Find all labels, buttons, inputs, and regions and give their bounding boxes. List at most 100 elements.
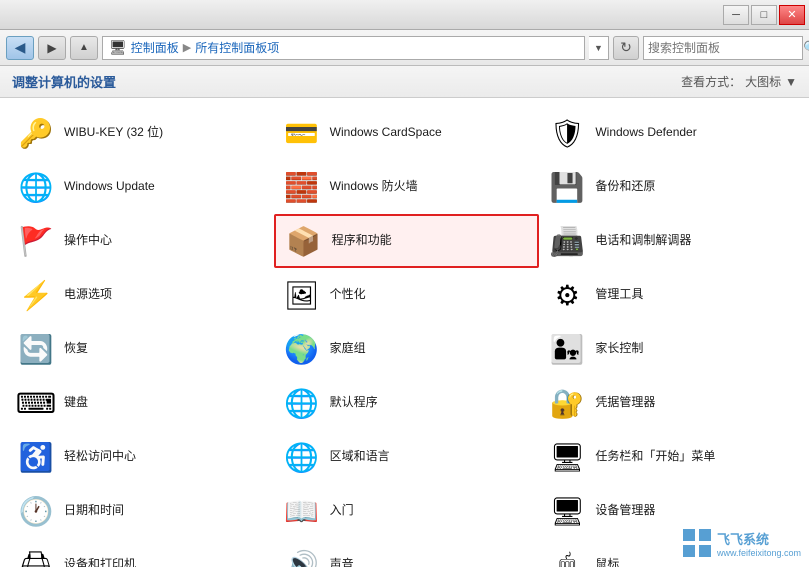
breadcrumb-dropdown-button[interactable]: ▼ [589, 36, 609, 60]
view-mode-selector[interactable]: 查看方式： 大图标 ▼ [681, 73, 797, 90]
up-button[interactable]: ▲ [70, 36, 98, 60]
breadcrumb-item-all[interactable]: 所有控制面板项 [195, 39, 279, 56]
toolbar: 调整计算机的设置 查看方式： 大图标 ▼ [0, 66, 809, 98]
programs-features-label: 程序和功能 [332, 233, 392, 249]
watermark: 飞飞系统 www.feifeixitong.com [681, 527, 801, 559]
grid-item-ease-access[interactable]: ♿ 轻松访问中心 [8, 430, 274, 484]
view-dropdown-icon: ▼ [785, 75, 797, 89]
grid-item-devices-printers[interactable]: 🖨 设备和打印机 [8, 538, 274, 567]
back-button[interactable]: ◀ [6, 36, 34, 60]
grid-item-default-programs[interactable]: 🌐默认程序 [274, 376, 540, 430]
forward-button[interactable]: ▶ [38, 36, 66, 60]
personalization-icon: 🖼 [282, 275, 322, 315]
personalization-label: 个性化 [330, 287, 366, 303]
search-input[interactable] [648, 41, 803, 55]
credential-mgr-label: 凭据管理器 [595, 395, 655, 411]
homegroup-label: 家庭组 [330, 341, 366, 357]
mouse-icon: 🖱 [547, 545, 587, 567]
date-time-icon: 🕐 [16, 491, 56, 531]
grid-item-manage-tools[interactable]: ⚙管理工具 [539, 268, 805, 322]
windows-update-label: Windows Update [64, 179, 155, 195]
grid-item-recovery[interactable]: 🔄 恢复 [8, 322, 274, 376]
manage-tools-label: 管理工具 [595, 287, 643, 303]
recovery-label: 恢复 [64, 341, 88, 357]
programs-features-icon: 📦 [284, 221, 324, 261]
items-grid: 🔑 WIBU-KEY (32 位) 💳 Windows CardSpace 🛡 Windo… [0, 98, 809, 567]
ease-access-icon: ♿ [16, 437, 56, 477]
credential-mgr-icon: 🔐 [547, 383, 587, 423]
watermark-text-block: 飞飞系统 www.feifeixitong.com [717, 529, 801, 558]
grid-item-windows-update[interactable]: 🌐 Windows Update [8, 160, 274, 214]
keyboard-icon: ⌨ [16, 383, 56, 423]
grid-item-personalization[interactable]: 🖼 个性化 [274, 268, 540, 322]
grid-item-windows-defender[interactable]: 🛡 Windows Defender [539, 106, 805, 160]
breadcrumb-icon: 🖥 [109, 39, 127, 56]
view-label: 查看方式： [681, 73, 741, 90]
parental-controls-icon: 👨‍👧 [547, 329, 587, 369]
title-bar: ─ □ ✕ [0, 0, 809, 30]
windows-defender-icon: 🛡 [547, 113, 587, 153]
grid-item-sound[interactable]: 🔊声音 [274, 538, 540, 567]
grid-item-action-center[interactable]: 🚩操作中心 [8, 214, 274, 268]
maximize-button[interactable]: □ [751, 5, 777, 25]
main-content: 调整计算机的设置 查看方式： 大图标 ▼ 🔑 WIBU-KEY (32 位) 💳 Wi… [0, 66, 809, 567]
refresh-button[interactable]: ↻ [613, 36, 639, 60]
get-started-icon: 📖 [282, 491, 322, 531]
wibu-key-label: WIBU-KEY (32 位) [64, 125, 163, 141]
grid-item-backup-restore[interactable]: 💾备份和还原 [539, 160, 805, 214]
view-mode-value: 大图标 [745, 73, 781, 90]
device-mgr-icon: 🖥 [547, 491, 587, 531]
wibu-key-icon: 🔑 [16, 113, 56, 153]
default-programs-label: 默认程序 [330, 395, 378, 411]
grid-item-get-started[interactable]: 📖 入门 [274, 484, 540, 538]
grid-item-credential-mgr[interactable]: 🔐 凭据管理器 [539, 376, 805, 430]
power-options-icon: ⚡ [16, 275, 56, 315]
watermark-logo [681, 527, 713, 559]
devices-printers-label: 设备和打印机 [64, 557, 136, 567]
ease-access-label: 轻松访问中心 [64, 449, 136, 465]
grid-item-windows-firewall[interactable]: 🧱 Windows 防火墙 [274, 160, 540, 214]
region-language-icon: 🌐 [282, 437, 322, 477]
grid-item-windows-cardspace[interactable]: 💳 Windows CardSpace [274, 106, 540, 160]
grid-item-date-time[interactable]: 🕐 日期和时间 [8, 484, 274, 538]
close-button[interactable]: ✕ [779, 5, 805, 25]
windows-cardspace-icon: 💳 [282, 113, 322, 153]
address-bar: ◀ ▶ ▲ 🖥 控制面板 ▶ 所有控制面板项 ▼ ↻ 🔍 [0, 30, 809, 66]
grid-item-region-language[interactable]: 🌐区域和语言 [274, 430, 540, 484]
grid-item-keyboard[interactable]: ⌨键盘 [8, 376, 274, 430]
grid-item-wibu-key[interactable]: 🔑 WIBU-KEY (32 位) [8, 106, 274, 160]
windows-firewall-icon: 🧱 [282, 167, 322, 207]
grid-item-power-options[interactable]: ⚡ 电源选项 [8, 268, 274, 322]
phone-modem-label: 电话和调制解调器 [595, 233, 691, 249]
date-time-label: 日期和时间 [64, 503, 124, 519]
windows-firewall-label: Windows 防火墙 [330, 179, 418, 195]
breadcrumb-separator: ▶ [183, 41, 191, 54]
backup-restore-icon: 💾 [547, 167, 587, 207]
grid-item-homegroup[interactable]: 🌍 家庭组 [274, 322, 540, 376]
grid-item-phone-modem[interactable]: 📠电话和调制解调器 [539, 214, 805, 268]
windows-defender-label: Windows Defender [595, 125, 696, 141]
minimize-button[interactable]: ─ [723, 5, 749, 25]
page-title: 调整计算机的设置 [12, 72, 116, 91]
breadcrumb-item-controlpanel[interactable]: 控制面板 [131, 39, 179, 56]
power-options-label: 电源选项 [64, 287, 112, 303]
windows-cardspace-label: Windows CardSpace [330, 125, 442, 141]
window-controls: ─ □ ✕ [723, 5, 805, 25]
grid-item-programs-features[interactable]: 📦 程序和功能 [274, 214, 540, 268]
mouse-label: 鼠标 [595, 557, 619, 567]
parental-controls-label: 家长控制 [595, 341, 643, 357]
watermark-url: www.feifeixitong.com [717, 548, 801, 558]
content-area: 调整计算机的设置 查看方式： 大图标 ▼ 🔑 WIBU-KEY (32 位) 💳 Wi… [0, 66, 809, 567]
windows-update-icon: 🌐 [16, 167, 56, 207]
watermark-brand: 飞飞系统 [717, 529, 801, 548]
get-started-label: 入门 [330, 503, 354, 519]
grid-item-taskbar-start[interactable]: 🖥任务栏和「开始」菜单 [539, 430, 805, 484]
action-center-icon: 🚩 [16, 221, 56, 261]
search-bar: 🔍 [643, 36, 803, 60]
recovery-icon: 🔄 [16, 329, 56, 369]
search-button[interactable]: 🔍 [803, 38, 809, 58]
homegroup-icon: 🌍 [282, 329, 322, 369]
grid-item-parental-controls[interactable]: 👨‍👧 家长控制 [539, 322, 805, 376]
devices-printers-icon: 🖨 [16, 545, 56, 567]
device-mgr-label: 设备管理器 [595, 503, 655, 519]
